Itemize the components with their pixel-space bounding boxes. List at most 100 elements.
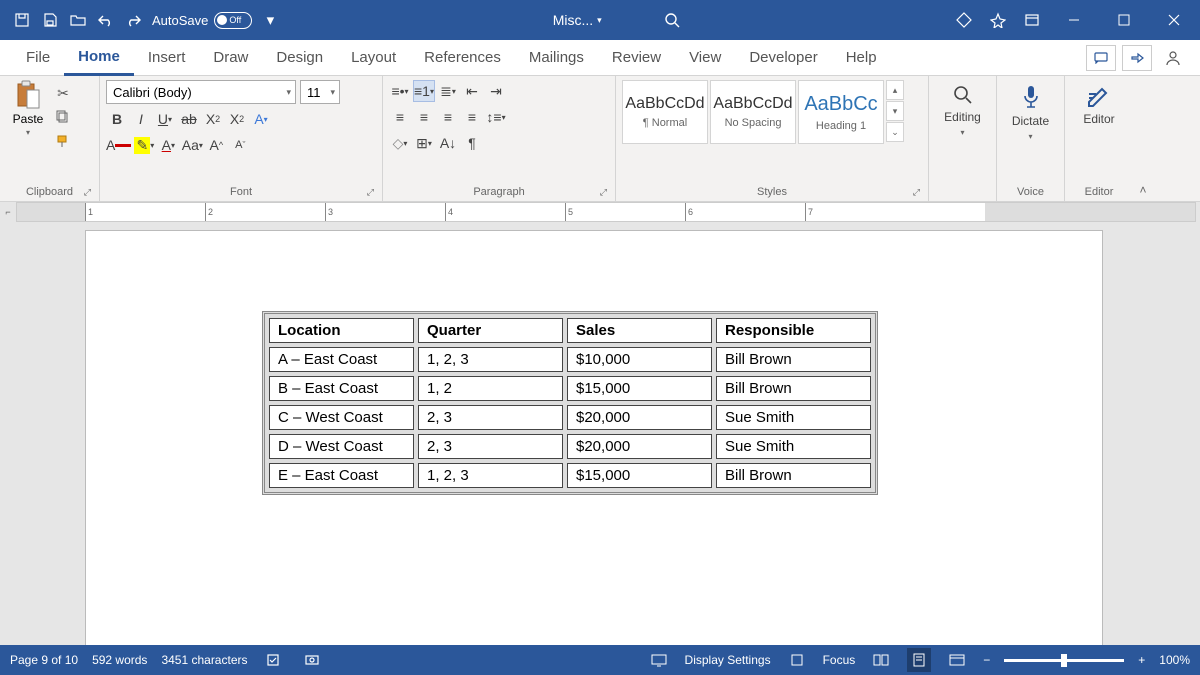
font-name-combo[interactable]: Calibri (Body)▾ xyxy=(106,80,296,104)
comments-button[interactable] xyxy=(1086,45,1116,71)
diamond-icon[interactable] xyxy=(952,8,976,32)
tab-home[interactable]: Home xyxy=(64,40,134,76)
style-normal[interactable]: AaBbCcDd¶ Normal xyxy=(622,80,708,144)
font-color2-button[interactable]: A▾ xyxy=(157,134,179,156)
web-layout-icon[interactable] xyxy=(945,648,969,672)
multilevel-button[interactable]: ≣▾ xyxy=(437,80,459,102)
dictate-button[interactable]: Dictate ▾ xyxy=(1003,80,1058,145)
status-focus[interactable]: Focus xyxy=(823,653,856,667)
bold-button[interactable]: B xyxy=(106,108,128,130)
document-area[interactable]: Location Quarter Sales Responsible A – E… xyxy=(0,222,1200,645)
zoom-slider[interactable] xyxy=(1004,659,1124,662)
qat-autosave-icon[interactable] xyxy=(10,8,34,32)
tab-mailings[interactable]: Mailings xyxy=(515,40,598,76)
horizontal-ruler[interactable]: 1 2 3 4 5 6 7 xyxy=(16,202,1196,222)
autosave-toggle[interactable]: AutoSave Off xyxy=(152,12,252,29)
cell-quarter[interactable]: 2, 3 xyxy=(418,434,563,459)
sort-button[interactable]: A↓ xyxy=(437,132,459,154)
styles-scroll[interactable]: ▴▾⌄ xyxy=(886,80,904,142)
decrease-indent-button[interactable]: ⇤ xyxy=(461,80,483,102)
cell-sales[interactable]: $15,000 xyxy=(567,376,712,401)
bullets-button[interactable]: ≡•▾ xyxy=(389,80,411,102)
header-location[interactable]: Location xyxy=(269,318,414,343)
cell-quarter[interactable]: 2, 3 xyxy=(418,405,563,430)
cell-sales[interactable]: $20,000 xyxy=(567,405,712,430)
cell-quarter[interactable]: 1, 2 xyxy=(418,376,563,401)
qat-customize-icon[interactable]: ▾ xyxy=(258,8,282,32)
editor-button[interactable]: Editor xyxy=(1071,80,1127,130)
editing-button[interactable]: Editing ▾ xyxy=(935,80,990,141)
header-responsible[interactable]: Responsible xyxy=(716,318,871,343)
document-title[interactable]: Misc... ▾ xyxy=(553,12,602,28)
coming-soon-icon[interactable] xyxy=(986,8,1010,32)
zoom-out-button[interactable]: − xyxy=(983,653,990,667)
copy-icon[interactable] xyxy=(54,108,72,126)
superscript-button[interactable]: X2 xyxy=(226,108,248,130)
highlight-button[interactable]: ✎▾ xyxy=(133,134,155,156)
subscript-button[interactable]: X2 xyxy=(202,108,224,130)
focus-icon[interactable] xyxy=(785,648,809,672)
minimize-button[interactable] xyxy=(1054,0,1094,40)
cell-sales[interactable]: $20,000 xyxy=(567,434,712,459)
underline-button[interactable]: U▾ xyxy=(154,108,176,130)
redo-icon[interactable] xyxy=(122,8,146,32)
cell-sales[interactable]: $10,000 xyxy=(567,347,712,372)
show-marks-button[interactable]: ¶ xyxy=(461,132,483,154)
page[interactable]: Location Quarter Sales Responsible A – E… xyxy=(85,230,1103,645)
read-mode-icon[interactable] xyxy=(869,648,893,672)
display-settings-icon[interactable] xyxy=(647,648,671,672)
zoom-level[interactable]: 100% xyxy=(1159,653,1190,667)
cell-quarter[interactable]: 1, 2, 3 xyxy=(418,347,563,372)
undo-icon[interactable] xyxy=(94,8,118,32)
tab-references[interactable]: References xyxy=(410,40,515,76)
cell-quarter[interactable]: 1, 2, 3 xyxy=(418,463,563,488)
tab-design[interactable]: Design xyxy=(262,40,337,76)
numbering-button[interactable]: ≡1▾ xyxy=(413,80,435,102)
cell-location[interactable]: B – East Coast xyxy=(269,376,414,401)
print-layout-icon[interactable] xyxy=(907,648,931,672)
tab-review[interactable]: Review xyxy=(598,40,675,76)
line-spacing-button[interactable]: ↕≡▾ xyxy=(485,106,507,128)
macro-icon[interactable] xyxy=(300,648,324,672)
style-nospacing[interactable]: AaBbCcDdNo Spacing xyxy=(710,80,796,144)
tab-view[interactable]: View xyxy=(675,40,735,76)
cell-location[interactable]: E – East Coast xyxy=(269,463,414,488)
collapse-ribbon-button[interactable]: ˄ xyxy=(1133,76,1153,201)
clipboard-launcher-icon[interactable]: ⤢ xyxy=(84,187,91,198)
grow-font-button[interactable]: A^ xyxy=(205,134,227,156)
font-color-button[interactable]: A xyxy=(106,134,131,156)
style-heading1[interactable]: AaBbCcHeading 1 xyxy=(798,80,884,144)
open-icon[interactable] xyxy=(66,8,90,32)
cell-responsible[interactable]: Bill Brown xyxy=(716,463,871,488)
styles-launcher-icon[interactable]: ⤢ xyxy=(913,187,920,198)
tab-help[interactable]: Help xyxy=(832,40,891,76)
change-case-button[interactable]: Aa▾ xyxy=(181,134,203,156)
italic-button[interactable]: I xyxy=(130,108,152,130)
font-size-combo[interactable]: 11▾ xyxy=(300,80,340,104)
spelling-icon[interactable] xyxy=(262,648,286,672)
cell-responsible[interactable]: Sue Smith xyxy=(716,405,871,430)
cell-location[interactable]: A – East Coast xyxy=(269,347,414,372)
borders-button[interactable]: ⊞▾ xyxy=(413,132,435,154)
status-words[interactable]: 592 words xyxy=(92,653,147,667)
header-sales[interactable]: Sales xyxy=(567,318,712,343)
status-chars[interactable]: 3451 characters xyxy=(161,653,247,667)
align-center-button[interactable]: ≡ xyxy=(413,106,435,128)
shrink-font-button[interactable]: Aˇ xyxy=(229,134,251,156)
data-table[interactable]: Location Quarter Sales Responsible A – E… xyxy=(262,311,878,495)
align-left-button[interactable]: ≡ xyxy=(389,106,411,128)
maximize-button[interactable] xyxy=(1104,0,1144,40)
text-effects-button[interactable]: A▾ xyxy=(250,108,272,130)
paragraph-launcher-icon[interactable]: ⤢ xyxy=(600,187,607,198)
cell-sales[interactable]: $15,000 xyxy=(567,463,712,488)
tab-draw[interactable]: Draw xyxy=(199,40,262,76)
tab-insert[interactable]: Insert xyxy=(134,40,200,76)
font-launcher-icon[interactable]: ⤢ xyxy=(367,187,374,198)
ribbon-display-icon[interactable] xyxy=(1020,8,1044,32)
justify-button[interactable]: ≡ xyxy=(461,106,483,128)
header-quarter[interactable]: Quarter xyxy=(418,318,563,343)
account-icon[interactable] xyxy=(1158,45,1188,71)
cell-location[interactable]: C – West Coast xyxy=(269,405,414,430)
cell-responsible[interactable]: Bill Brown xyxy=(716,376,871,401)
cut-icon[interactable]: ✂ xyxy=(54,84,72,102)
